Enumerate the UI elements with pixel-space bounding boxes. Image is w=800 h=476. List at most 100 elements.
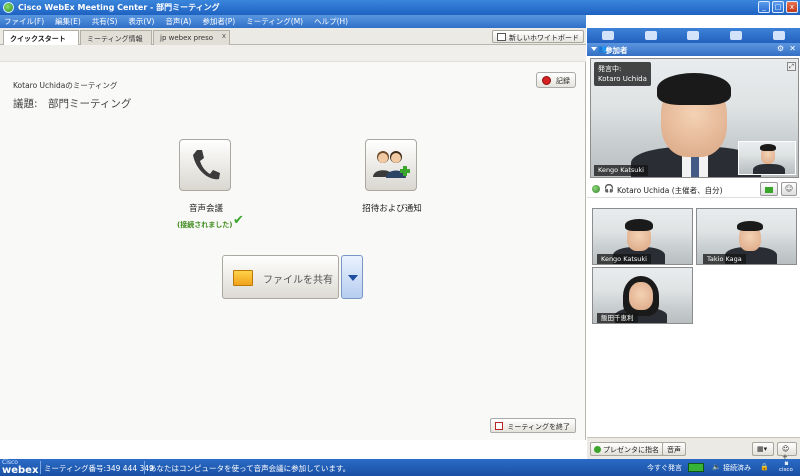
assign-presenter-label: プレゼンタに指名 (603, 446, 659, 454)
new-whiteboard-button[interactable]: 新しいホワイトボード (492, 30, 584, 43)
polling-panel-icon[interactable] (730, 31, 743, 40)
invite-people-icon (373, 151, 410, 178)
share-file-button[interactable]: ファイルを共有 (222, 255, 339, 299)
participants-title: 参加者 (605, 46, 628, 55)
participants-header[interactable]: 👥 参加者 ⚙ ✕ (587, 43, 800, 56)
quick-start-panel: Kotaro Uchidaのミーティング 議題: 部門ミーティング 記録 音声会… (0, 45, 586, 440)
status-bar: Cisco webex ミーティング番号:349 444 349 あなたはコンピ… (0, 459, 800, 476)
self-hair (760, 144, 776, 151)
title-bar: Cisco WebEx Meeting Center - 部門ミーティング _ … (0, 0, 800, 15)
audio-button[interactable]: 音声 (662, 442, 686, 456)
menu-meeting[interactable]: ミーティング(M) (246, 16, 303, 27)
audio-conference-label: 音声会議 (188, 204, 223, 214)
menu-participant[interactable]: 参加者(P) (202, 16, 235, 27)
thumb-hair (625, 219, 653, 231)
speaking-name: Kotaro Uchida (598, 75, 647, 83)
end-meeting-button[interactable]: ミーティングを終了 (490, 418, 576, 433)
cisco-logo: ılıılı cisco (779, 461, 793, 473)
share-dropdown-button[interactable] (341, 255, 363, 299)
agenda-text: 議題: 部門ミーティング (13, 98, 132, 110)
menu-audio[interactable]: 音声(A) (165, 16, 191, 27)
webex-logo-icon (3, 2, 14, 13)
maximize-button[interactable]: □ (772, 1, 784, 13)
main-video-name: Kengo Katsuki (594, 165, 648, 176)
brand-name: webex (2, 465, 39, 476)
webex-window: Cisco WebEx Meeting Center - 部門ミーティング _ … (0, 0, 800, 476)
connection-status: 接続済み (723, 464, 751, 472)
gear-icon[interactable]: ⚙ (777, 44, 784, 53)
close-panel-icon[interactable]: ✕ (789, 44, 796, 53)
layout-icon[interactable]: ▦▾ (752, 442, 774, 456)
video-expand-icon[interactable]: ⤢ (787, 62, 796, 71)
speaking-label: 発言中: (598, 65, 622, 73)
content-strip (0, 45, 586, 62)
speaking-now-label: 今すぐ発言 (647, 464, 682, 472)
people-icon: 👥 (598, 45, 607, 53)
add-participant-icon[interactable]: ☺+ (777, 442, 797, 461)
menu-edit[interactable]: 編集(E) (55, 16, 81, 27)
participant-video-thumb[interactable]: Kengo Katsuki (592, 208, 693, 265)
end-meeting-label: ミーティングを終了 (507, 423, 570, 431)
divider (144, 461, 145, 474)
host-meeting-title: Kotaro Uchidaのミーティング (13, 81, 118, 90)
tab-jp-webex-preso[interactable]: jp webex preso x (153, 30, 230, 45)
menu-help[interactable]: ヘルプ(H) (314, 16, 348, 27)
audio-conference-button[interactable] (179, 139, 231, 191)
participant-video-thumb[interactable]: Takio Kaga (696, 208, 797, 265)
share-file-label: ファイルを共有 (263, 275, 333, 286)
window-title: Cisco WebEx Meeting Center - 部門ミーティング (18, 3, 220, 12)
self-body (753, 164, 785, 174)
record-icon (542, 76, 551, 85)
host-participant-name: Kotaro Uchida (主催者、自分) (617, 186, 723, 195)
thumb-face (629, 282, 653, 310)
phone-icon (193, 150, 220, 180)
record-button[interactable]: 記録 (536, 72, 576, 88)
menu-share[interactable]: 共有(S) (92, 16, 118, 27)
menu-view[interactable]: 表示(V) (128, 16, 154, 27)
panel-toolbar (587, 28, 800, 43)
notes-panel-icon[interactable] (687, 31, 700, 40)
lock-icon: 🔒 (760, 463, 769, 471)
tab-meeting-info[interactable]: ミーティング情報 (80, 30, 152, 45)
divider (40, 461, 41, 474)
webex-brand: Cisco webex (2, 460, 38, 476)
tab-quick-start[interactable]: クイックスタート (3, 30, 79, 45)
whiteboard-icon (497, 33, 506, 41)
headphones-icon: 🎧 (604, 184, 614, 193)
invite-label: 招待および通知 (362, 204, 422, 214)
menu-file[interactable]: ファイル(F) (4, 16, 44, 27)
self-view-video[interactable] (738, 141, 796, 175)
window-controls: _ □ x (758, 1, 798, 13)
participants-footer: プレゼンタに指名 音声 ▦▾ ☺+ (587, 437, 800, 461)
tab-label: jp webex preso (160, 34, 214, 42)
active-speaker-badge: 発言中: Kotaro Uchida (594, 62, 651, 86)
panel-options-icon[interactable] (772, 31, 785, 40)
audio-message: あなたはコンピュータを使って音声会議に参加しています。 (149, 464, 351, 473)
close-button[interactable]: x (786, 1, 798, 13)
thumb-name: Kengo Katsuki (597, 254, 651, 264)
participant-video-thumb[interactable]: 飯田千恵利 (592, 267, 693, 324)
speaker-hair (657, 73, 731, 105)
chat-panel-icon[interactable] (644, 31, 657, 40)
meeting-number: ミーティング番号:349 444 349 (44, 464, 154, 473)
menu-bar: ファイル(F) 編集(E) 共有(S) 表示(V) 音声(A) 参加者(P) ミ… (0, 15, 586, 28)
speaker-icon[interactable]: 🔈 (712, 463, 721, 471)
person-settings-icon[interactable]: ☺ (781, 182, 797, 196)
minimize-button[interactable]: _ (758, 1, 770, 13)
record-label: 記録 (556, 77, 570, 85)
invite-button[interactable] (365, 139, 417, 191)
thumb-hair (737, 221, 763, 231)
camera-icon[interactable] (760, 182, 778, 196)
tab-close-icon[interactable]: x (222, 32, 226, 40)
collapse-icon[interactable] (591, 47, 597, 51)
presenter-ball-icon (594, 446, 601, 453)
audio-connected-status: (接続されました) (177, 221, 233, 229)
check-icon: ✔ (233, 213, 244, 228)
assign-presenter-button[interactable]: プレゼンタに指名 (590, 442, 664, 456)
folder-icon (233, 270, 253, 286)
participants-panel-icon[interactable] (602, 31, 615, 40)
cisco-logo-text: cisco (779, 467, 793, 473)
thumb-name: Takio Kaga (703, 254, 746, 264)
audio-level-meter (688, 463, 704, 472)
chevron-down-icon (348, 275, 358, 281)
